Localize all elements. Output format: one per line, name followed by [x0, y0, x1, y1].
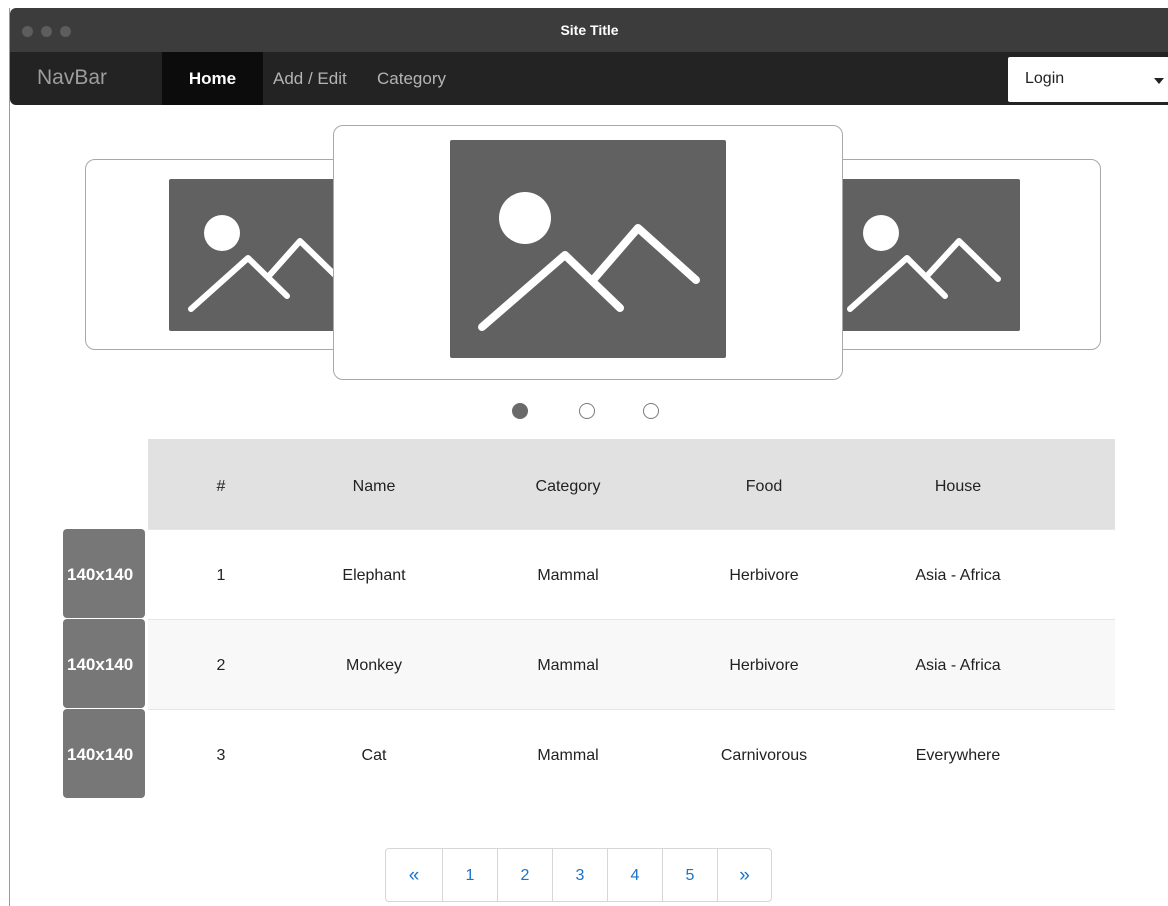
row-thumbnail[interactable]: 140x140 — [63, 619, 145, 708]
cell-name: Elephant — [342, 567, 406, 584]
table-row[interactable]: 2 Monkey Mammal Herbivore Asia - Africa — [148, 619, 1115, 710]
title-bar: Site Title — [10, 8, 1168, 52]
thumbnail-label: 140x140 — [67, 745, 134, 764]
column-header-food: Food — [745, 478, 783, 495]
cell-house: Everywhere — [915, 747, 1001, 764]
pagination-page-3[interactable]: 3 — [552, 849, 607, 901]
navbar-brand[interactable]: NavBar — [37, 66, 107, 90]
pagination: « 1 2 3 4 5 » — [385, 848, 772, 902]
cell-food: Carnivorous — [720, 747, 808, 764]
carousel-indicator-1[interactable] — [512, 403, 528, 419]
nav-item-add-edit[interactable]: Add / Edit — [273, 52, 347, 105]
carousel-slide-right[interactable] — [838, 179, 1020, 331]
pagination-prev-button[interactable]: « — [386, 849, 442, 901]
pagination-page-4[interactable]: 4 — [607, 849, 662, 901]
login-label: Login — [1025, 70, 1065, 87]
thumbnail-label: 140x140 — [67, 565, 134, 584]
table-row[interactable]: 3 Cat Mammal Carnivorous Everywhere — [148, 709, 1115, 800]
caret-down-icon — [1154, 78, 1164, 84]
cell-category: Mammal — [537, 657, 599, 674]
image-placeholder-icon — [478, 192, 700, 331]
cell-house: Asia - Africa — [915, 657, 1001, 674]
cell-category: Mammal — [537, 747, 599, 764]
window-title: Site Title — [560, 22, 619, 38]
pagination-page-1[interactable]: 1 — [442, 849, 497, 901]
column-header-house: House — [934, 478, 982, 495]
nav-item-home[interactable]: Home — [162, 52, 263, 105]
navbar: NavBar Home Add / Edit Category Login — [10, 52, 1168, 105]
cell-category: Mammal — [537, 567, 599, 584]
image-placeholder-icon — [847, 215, 1001, 312]
cell-house: Asia - Africa — [915, 567, 1001, 584]
row-thumbnail[interactable]: 140x140 — [63, 709, 145, 798]
carousel-indicator-2[interactable] — [579, 403, 595, 419]
nav-item-category[interactable]: Category — [377, 52, 446, 105]
login-dropdown[interactable]: Login — [1008, 57, 1168, 102]
column-header-category: Category — [535, 478, 601, 495]
image-placeholder-icon — [188, 215, 335, 312]
cell-name: Monkey — [345, 657, 403, 674]
pagination-page-2[interactable]: 2 — [497, 849, 552, 901]
thumbnail-label: 140x140 — [67, 655, 134, 674]
pagination-next-button[interactable]: » — [717, 849, 771, 901]
cell-food: Herbivore — [729, 657, 799, 674]
row-thumbnail[interactable]: 140x140 — [63, 529, 145, 618]
carousel-slide-center[interactable] — [450, 140, 726, 358]
column-header-name: Name — [352, 478, 396, 495]
cell-name: Cat — [361, 747, 387, 764]
carousel-indicator-3[interactable] — [643, 403, 659, 419]
table-row[interactable]: 1 Elephant Mammal Herbivore Asia - Afric… — [148, 529, 1115, 620]
carousel-slide-left[interactable] — [169, 179, 335, 331]
cell-food: Herbivore — [729, 567, 799, 584]
table-header: # Name Category Food House — [148, 439, 1115, 529]
pagination-page-5[interactable]: 5 — [662, 849, 717, 901]
